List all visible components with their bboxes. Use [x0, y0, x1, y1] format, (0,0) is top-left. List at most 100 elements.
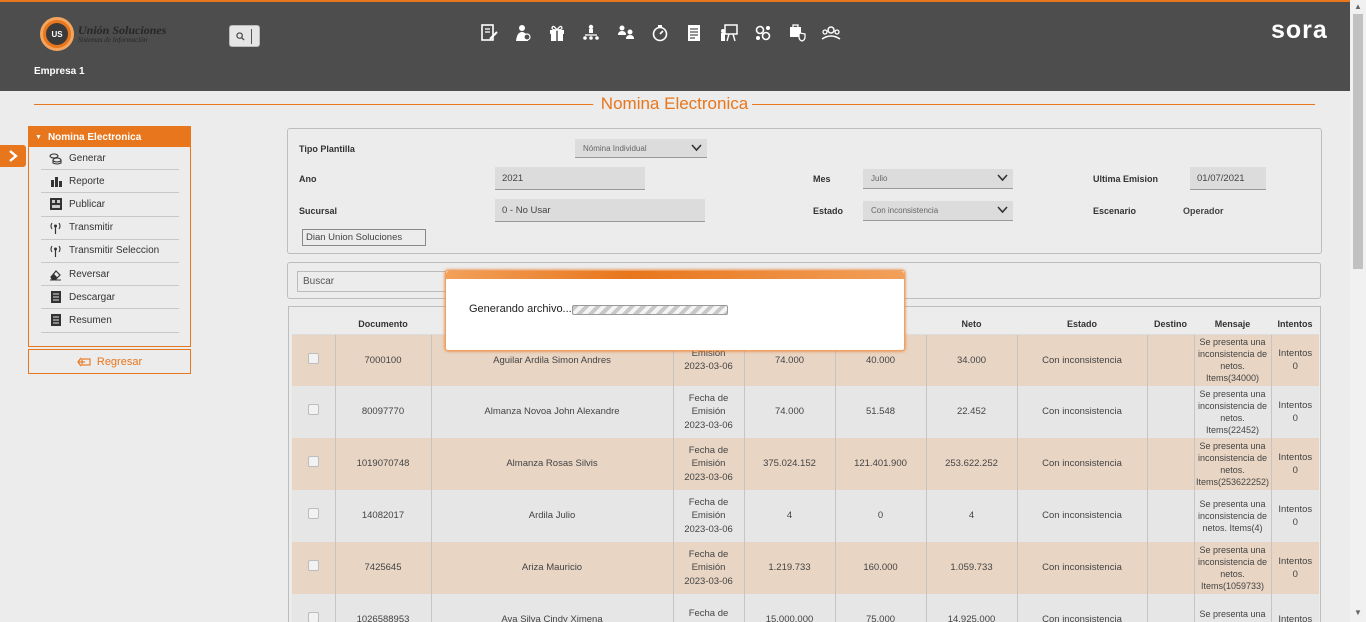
fecha-value: 2023-03-06 [684, 419, 733, 431]
table-row[interactable]: 14082017 Ardila Julio Fecha de Emisión 20… [292, 490, 1319, 542]
document-edit-icon[interactable] [478, 22, 499, 44]
estado-select[interactable]: Con inconsistencia [863, 201, 1013, 221]
column-header[interactable]: Documento [335, 315, 431, 335]
column-header[interactable]: Estado [1017, 315, 1147, 335]
row-checkbox[interactable] [307, 352, 319, 364]
progress-dialog: Generando archivo.... [445, 270, 905, 351]
sidebar-item-label: Reversar [69, 268, 110, 280]
stopwatch-icon[interactable] [649, 22, 670, 44]
antenna-icon [49, 244, 62, 258]
column-header[interactable]: Destino [1147, 315, 1194, 335]
intentos-label: Intentos [1278, 399, 1313, 411]
sidebar-item-publicar[interactable]: Publicar [41, 193, 179, 217]
cell-deducido: 121.401.900 [834, 438, 926, 490]
tipo-plantilla-select[interactable]: Nómina Individual [575, 139, 707, 158]
sidebar-item-resumen[interactable]: Resumen [41, 309, 179, 333]
page-title: Nomina Electronica [592, 94, 757, 114]
sidebar-toggle[interactable] [0, 145, 26, 167]
progress-bar [572, 305, 728, 315]
table-row[interactable]: 1026588953 Ava Silva Cindy Ximena Fecha … [292, 594, 1319, 622]
cell-documento: 1026588953 [334, 594, 431, 622]
sidebar-item-label: Publicar [69, 198, 106, 210]
document-icon [49, 314, 62, 327]
cell-destino [1146, 334, 1194, 386]
sidebar-header[interactable]: ▼ Nomina Electronica [29, 127, 190, 147]
training-icon[interactable] [718, 22, 739, 44]
column-header[interactable]: Mensaje [1194, 315, 1271, 335]
sidebar-item-descargar[interactable]: Descargar [41, 286, 179, 310]
cell-nombre: Ava Silva Cindy Ximena [430, 594, 673, 622]
row-checkbox[interactable] [307, 612, 319, 622]
mes-select[interactable]: Julio [863, 169, 1013, 189]
brand-logo: sora [1271, 16, 1328, 44]
row-checkbox[interactable] [307, 456, 319, 468]
sidebar-menu: ▼ Nomina Electronica Generar Reporte Pub… [28, 126, 191, 347]
cell-neto: 4 [925, 490, 1017, 542]
column-header[interactable]: Neto [926, 315, 1017, 335]
shield-icon[interactable] [787, 22, 808, 44]
sidebar-item-transmitir[interactable]: Transmitir [41, 217, 179, 240]
mes-label: Mes [813, 174, 831, 184]
scroll-thumb[interactable] [1353, 14, 1363, 269]
intentos-count: 0 [1292, 413, 1298, 424]
sucursal-field[interactable]: 0 - No Usar [495, 199, 705, 222]
operador-field[interactable]: Dian Union Soluciones [302, 229, 426, 246]
sidebar-item-reporte[interactable]: Reporte [41, 170, 179, 194]
sidebar-item-transmitir-seleccion[interactable]: Transmitir Seleccion [41, 240, 179, 263]
dialog-header-bar [446, 271, 904, 279]
cell-nombre: Almanza Rosas Silvis [430, 438, 673, 490]
transfer-icon[interactable] [615, 22, 636, 44]
intentos-label: Intentos [1278, 451, 1313, 463]
table-row[interactable]: 1019070748 Almanza Rosas Silvis Fecha de… [292, 438, 1319, 490]
report-icon[interactable] [684, 22, 705, 44]
gift-icon[interactable] [547, 22, 568, 44]
column-header[interactable]: Intentos [1271, 315, 1319, 335]
cell-mensaje: Se presenta una inconsistencia de netos.… [1193, 438, 1271, 490]
cell-devengado: 375.024.152 [743, 438, 835, 490]
ano-field[interactable]: 2021 [495, 167, 645, 190]
sidebar-item-label: Generar [69, 152, 106, 164]
fecha-label: Fecha de Emisión [688, 445, 729, 470]
cell-nombre: Ardila Julio [430, 490, 673, 542]
cell-estado: Con inconsistencia [1016, 542, 1147, 594]
ultima-emision-field[interactable]: 01/07/2021 [1190, 167, 1266, 190]
scroll-up-icon[interactable]: ▲ [1354, 2, 1362, 11]
intentos-label: Intentos [1278, 555, 1313, 567]
search-input[interactable]: Buscar [297, 271, 447, 292]
sidebar-item-generar[interactable]: Generar [41, 147, 179, 171]
cell-documento: 7425645 [334, 542, 431, 594]
group-icon[interactable] [821, 22, 842, 44]
page-scrollbar[interactable]: ▲ ▼ [1350, 0, 1366, 622]
logo-subtitle: Sistemas de Información [78, 36, 148, 44]
sidebar-item-label: Transmitir Seleccion [69, 245, 160, 257]
cell-estado: Con inconsistencia [1016, 334, 1147, 386]
row-checkbox[interactable] [307, 404, 319, 416]
ultima-emision-label: Ultima Emision [1093, 174, 1159, 184]
intentos-label: Intentos [1278, 503, 1313, 515]
company-logo[interactable]: US Unión Soluciones Sistemas de Informac… [40, 17, 166, 51]
table-row[interactable]: 80097770 Almanza Novoa John Alexandre Fe… [292, 386, 1319, 438]
cell-devengado: 1.219.733 [743, 542, 835, 594]
main-nav [478, 22, 855, 44]
org-chart-icon[interactable] [581, 22, 602, 44]
employee-icon[interactable] [512, 22, 533, 44]
table-row[interactable]: 7425645 Ariza Mauricio Fecha de Emisión 2… [292, 542, 1319, 594]
row-checkbox[interactable] [307, 508, 319, 520]
cell-intentos: Intentos 0 [1270, 438, 1319, 490]
page-title-row: Nomina Electronica [34, 94, 1315, 114]
row-checkbox[interactable] [307, 560, 319, 572]
sidebar-item-reversar[interactable]: Reversar [41, 263, 179, 287]
back-button[interactable]: Regresar [28, 349, 191, 374]
cell-deducido: 0 [834, 490, 926, 542]
network-icon[interactable] [752, 22, 773, 44]
results-table: Documento Neto Estado Destino Mensaje In… [292, 315, 1319, 622]
fecha-label: Fecha de Emisión [688, 549, 729, 574]
search-icon [236, 31, 245, 41]
scroll-down-icon[interactable]: ▼ [1354, 608, 1362, 617]
cell-neto: 14.925.000 [925, 594, 1017, 622]
global-search-button[interactable] [229, 25, 260, 47]
cell-estado: Con inconsistencia [1016, 490, 1147, 542]
cell-estado: Con inconsistencia [1016, 594, 1147, 622]
cell-fecha: Fecha de Emisión 2023-03-06 [672, 438, 744, 490]
cell-documento: 7000100 [334, 334, 431, 386]
